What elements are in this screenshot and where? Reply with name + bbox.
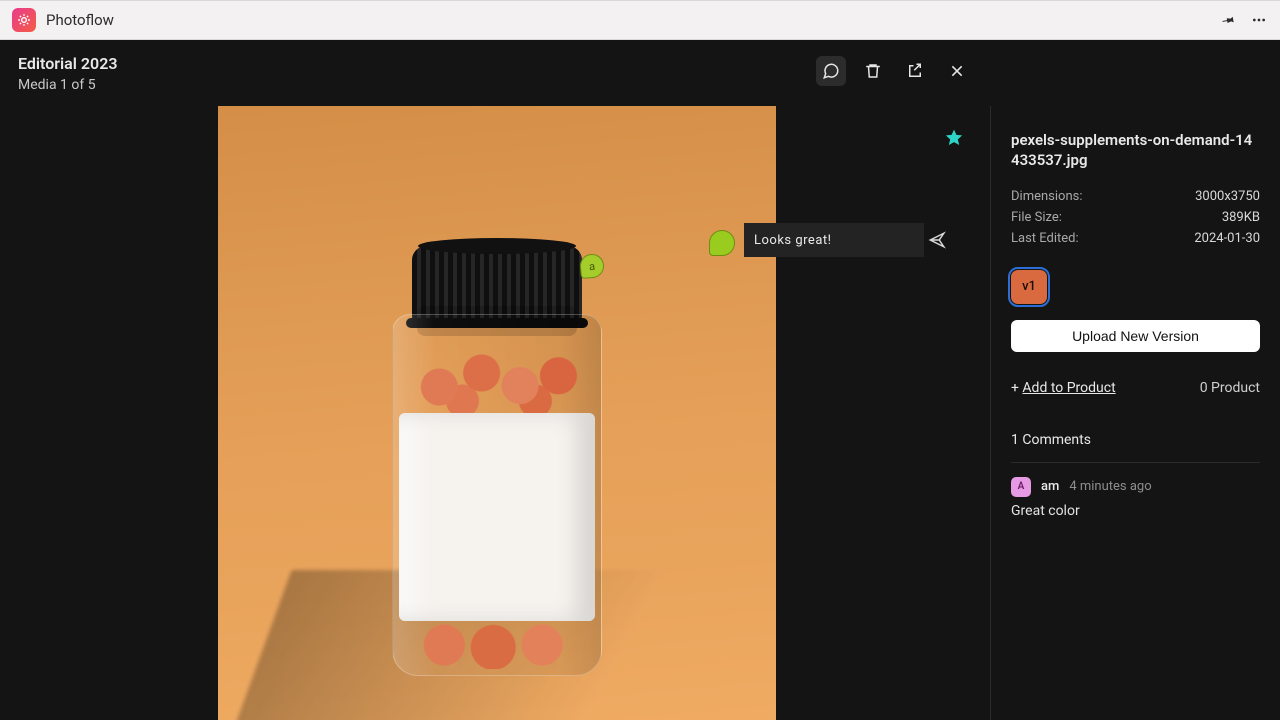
- divider: [1011, 462, 1260, 463]
- meta-dimensions-value: 3000x3750: [1195, 189, 1260, 204]
- meta-edited-value: 2024-01-30: [1194, 231, 1260, 246]
- more-icon[interactable]: [1250, 12, 1268, 28]
- annotation-comment-input[interactable]: [754, 233, 920, 248]
- comment-time: 4 minutes ago: [1069, 479, 1151, 494]
- stage-actions: [816, 56, 972, 86]
- comments-heading: 1 Comments: [1011, 432, 1260, 448]
- comment-body: Great color: [1011, 503, 1260, 519]
- workspace: Editorial 2023 Media 1 of 5: [0, 40, 1280, 720]
- meta-filesize-value: 389KB: [1222, 210, 1260, 225]
- comment-item: A am 4 minutes ago Great color: [1011, 477, 1260, 519]
- delete-button[interactable]: [858, 56, 888, 86]
- product-count: 0 Product: [1200, 380, 1260, 396]
- file-name: pexels-supplements-on-demand-14433537.jp…: [1011, 130, 1260, 171]
- add-to-product-link[interactable]: + Add to Product: [1011, 380, 1116, 396]
- media-stage: Editorial 2023 Media 1 of 5: [0, 40, 990, 720]
- comment-author: am: [1041, 479, 1059, 494]
- version-chip[interactable]: v1: [1011, 270, 1047, 304]
- annotation-marker-label: a: [588, 259, 595, 272]
- annotate-button[interactable]: [816, 56, 846, 86]
- meta-edited-label: Last Edited:: [1011, 231, 1079, 246]
- export-button[interactable]: [900, 56, 930, 86]
- annotation-comment-box: [744, 223, 924, 257]
- file-meta: Dimensions: 3000x3750 File Size: 389KB Las…: [1011, 189, 1260, 252]
- upload-version-button[interactable]: Upload New Version: [1011, 320, 1260, 352]
- pin-icon[interactable]: [1220, 12, 1236, 28]
- media-image[interactable]: [218, 106, 776, 720]
- app-logo: [12, 8, 36, 32]
- meta-dimensions-label: Dimensions:: [1011, 189, 1083, 204]
- details-sidebar: pexels-supplements-on-demand-14433537.jp…: [990, 106, 1280, 720]
- avatar: A: [1011, 477, 1031, 497]
- favorite-star-icon[interactable]: [944, 128, 964, 152]
- close-button[interactable]: [942, 56, 972, 86]
- collection-header: Editorial 2023 Media 1 of 5: [18, 54, 117, 93]
- media-position: Media 1 of 5: [18, 77, 117, 93]
- meta-filesize-label: File Size:: [1011, 210, 1062, 225]
- collection-title: Editorial 2023: [18, 54, 117, 73]
- app-chrome-bar: Photoflow: [0, 0, 1280, 40]
- send-comment-button[interactable]: [928, 231, 946, 249]
- app-name: Photoflow: [46, 11, 114, 29]
- annotation-bubble-icon[interactable]: [709, 230, 735, 256]
